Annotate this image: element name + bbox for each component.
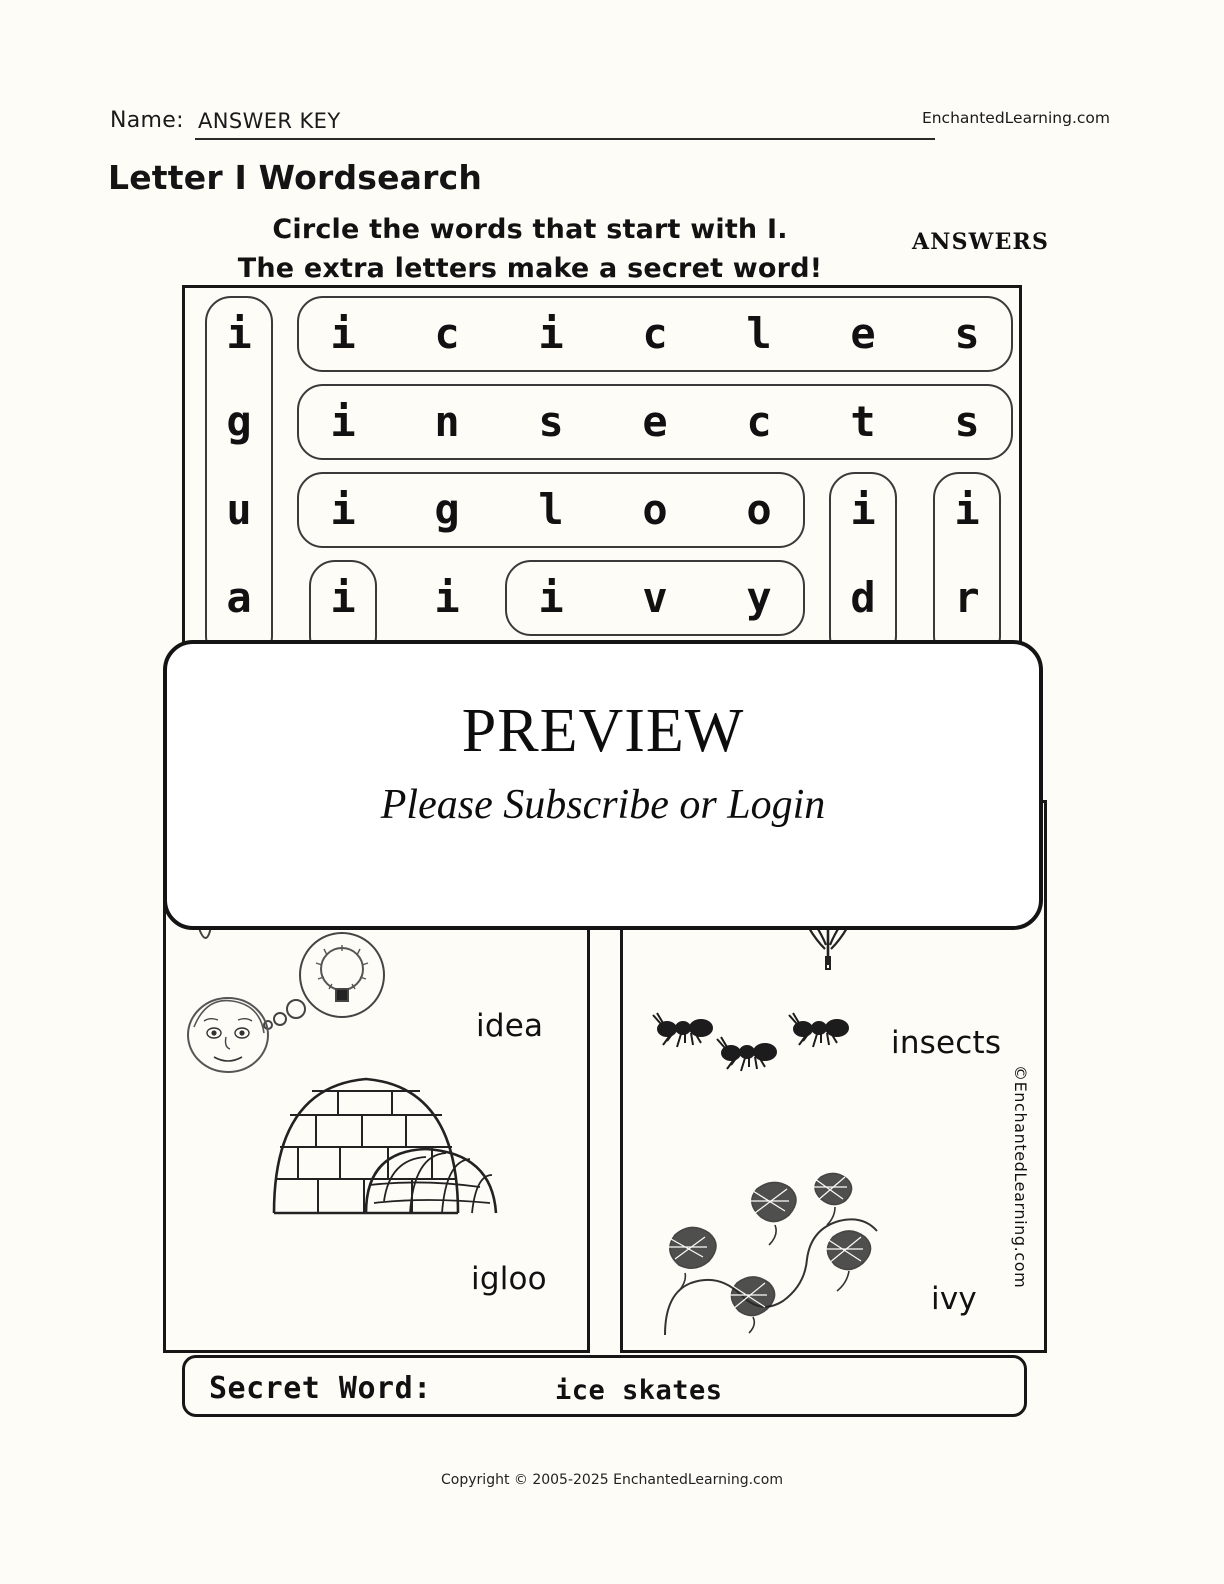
grid-cell-r1-c2[interactable]: n	[395, 378, 499, 466]
grid-cell-r0-c3[interactable]: i	[499, 290, 603, 378]
secret-word-value: ice skates	[555, 1375, 723, 1406]
wordsearch-grid-inner: iiciclesginsectsuiglooiiaiiivydr	[185, 288, 1019, 662]
grid-cell-r1-c0[interactable]: g	[187, 378, 291, 466]
grid-cell-r3-c2[interactable]: i	[395, 554, 499, 642]
secret-word-bar: Secret Word: ice skates	[182, 1355, 1027, 1417]
site-brand: EnchantedLearning.com	[921, 109, 1110, 127]
ants-illustration	[649, 1011, 909, 1091]
grid-cell-r3-c0[interactable]: a	[187, 554, 291, 642]
grid-cell-r3-c1[interactable]: i	[291, 554, 395, 642]
instruction-line-2: The extra letters make a secret word!	[237, 253, 823, 284]
grid-cell-r2-c0[interactable]: u	[187, 466, 291, 554]
instruction-line-1: Circle the words that start with I.	[272, 214, 788, 245]
grid-cell-r2-c1[interactable]: i	[291, 466, 395, 554]
igloo-illustration	[266, 1051, 516, 1221]
picture-word-ivy: ivy	[931, 1281, 977, 1317]
worksheet-header: Name: ANSWER KEY EnchantedLearning.com	[110, 104, 1110, 150]
preview-title: PREVIEW	[461, 697, 745, 765]
grid-cell-r2-c7[interactable]: i	[915, 466, 1019, 554]
grid-cell-r3-c6[interactable]: d	[811, 554, 915, 642]
grid-cell-r1-c4[interactable]: e	[603, 378, 707, 466]
grid-cell-r0-c5[interactable]: l	[707, 290, 811, 378]
grid-cell-r2-c3[interactable]: l	[499, 466, 603, 554]
grid-cell-r1-c6[interactable]: t	[811, 378, 915, 466]
name-underline	[195, 138, 935, 140]
picture-word-idea: idea	[476, 1008, 544, 1044]
grid-cell-r1-c3[interactable]: s	[499, 378, 603, 466]
grid-cell-r1-c1[interactable]: i	[291, 378, 395, 466]
wordsearch-grid: iiciclesginsectsuiglooiiaiiivydr	[182, 285, 1022, 662]
picture-word-igloo: igloo	[471, 1261, 547, 1297]
grid-cell-r3-c4[interactable]: v	[603, 554, 707, 642]
name-label: Name:	[110, 108, 184, 133]
grid-cell-r2-c2[interactable]: g	[395, 466, 499, 554]
copyright-footer: Copyright © 2005-2025 EnchantedLearning.…	[441, 1472, 783, 1488]
preview-overlay[interactable]: PREVIEW Please Subscribe or Login	[163, 640, 1043, 930]
page-title: Letter I Wordsearch	[108, 158, 483, 197]
preview-subscribe-prompt[interactable]: Please Subscribe or Login	[167, 781, 1039, 829]
grid-cell-r3-c7[interactable]: r	[915, 554, 1019, 642]
picture-word-insects: insects	[891, 1025, 1002, 1061]
grid-cell-r0-c2[interactable]: c	[395, 290, 499, 378]
grid-cell-r3-c5[interactable]: y	[707, 554, 811, 642]
grid-cell-r2-c4[interactable]: o	[603, 466, 707, 554]
grid-cell-r0-c6[interactable]: e	[811, 290, 915, 378]
grid-cell-r0-c0[interactable]: i	[187, 290, 291, 378]
grid-cell-r2-c6[interactable]: i	[811, 466, 915, 554]
instructions: Circle the words that start with I. The …	[180, 210, 880, 288]
grid-cell-r3-c3[interactable]: i	[499, 554, 603, 642]
answers-tag: ANSWERS	[912, 229, 1050, 255]
grid-cell-r1-c7[interactable]: s	[915, 378, 1019, 466]
name-field-value: ANSWER KEY	[198, 109, 341, 133]
ivy-vine-illustration	[657, 1172, 907, 1338]
watermark: ©EnchantedLearning.com	[1011, 1065, 1030, 1289]
grid-cell-r0-c1[interactable]: i	[291, 290, 395, 378]
secret-word-label: Secret Word:	[209, 1371, 432, 1406]
grid-cell-r0-c4[interactable]: c	[603, 290, 707, 378]
grid-cell-r0-c7[interactable]: s	[915, 290, 1019, 378]
grid-cell-r2-c5[interactable]: o	[707, 466, 811, 554]
grid-cell-r1-c5[interactable]: c	[707, 378, 811, 466]
